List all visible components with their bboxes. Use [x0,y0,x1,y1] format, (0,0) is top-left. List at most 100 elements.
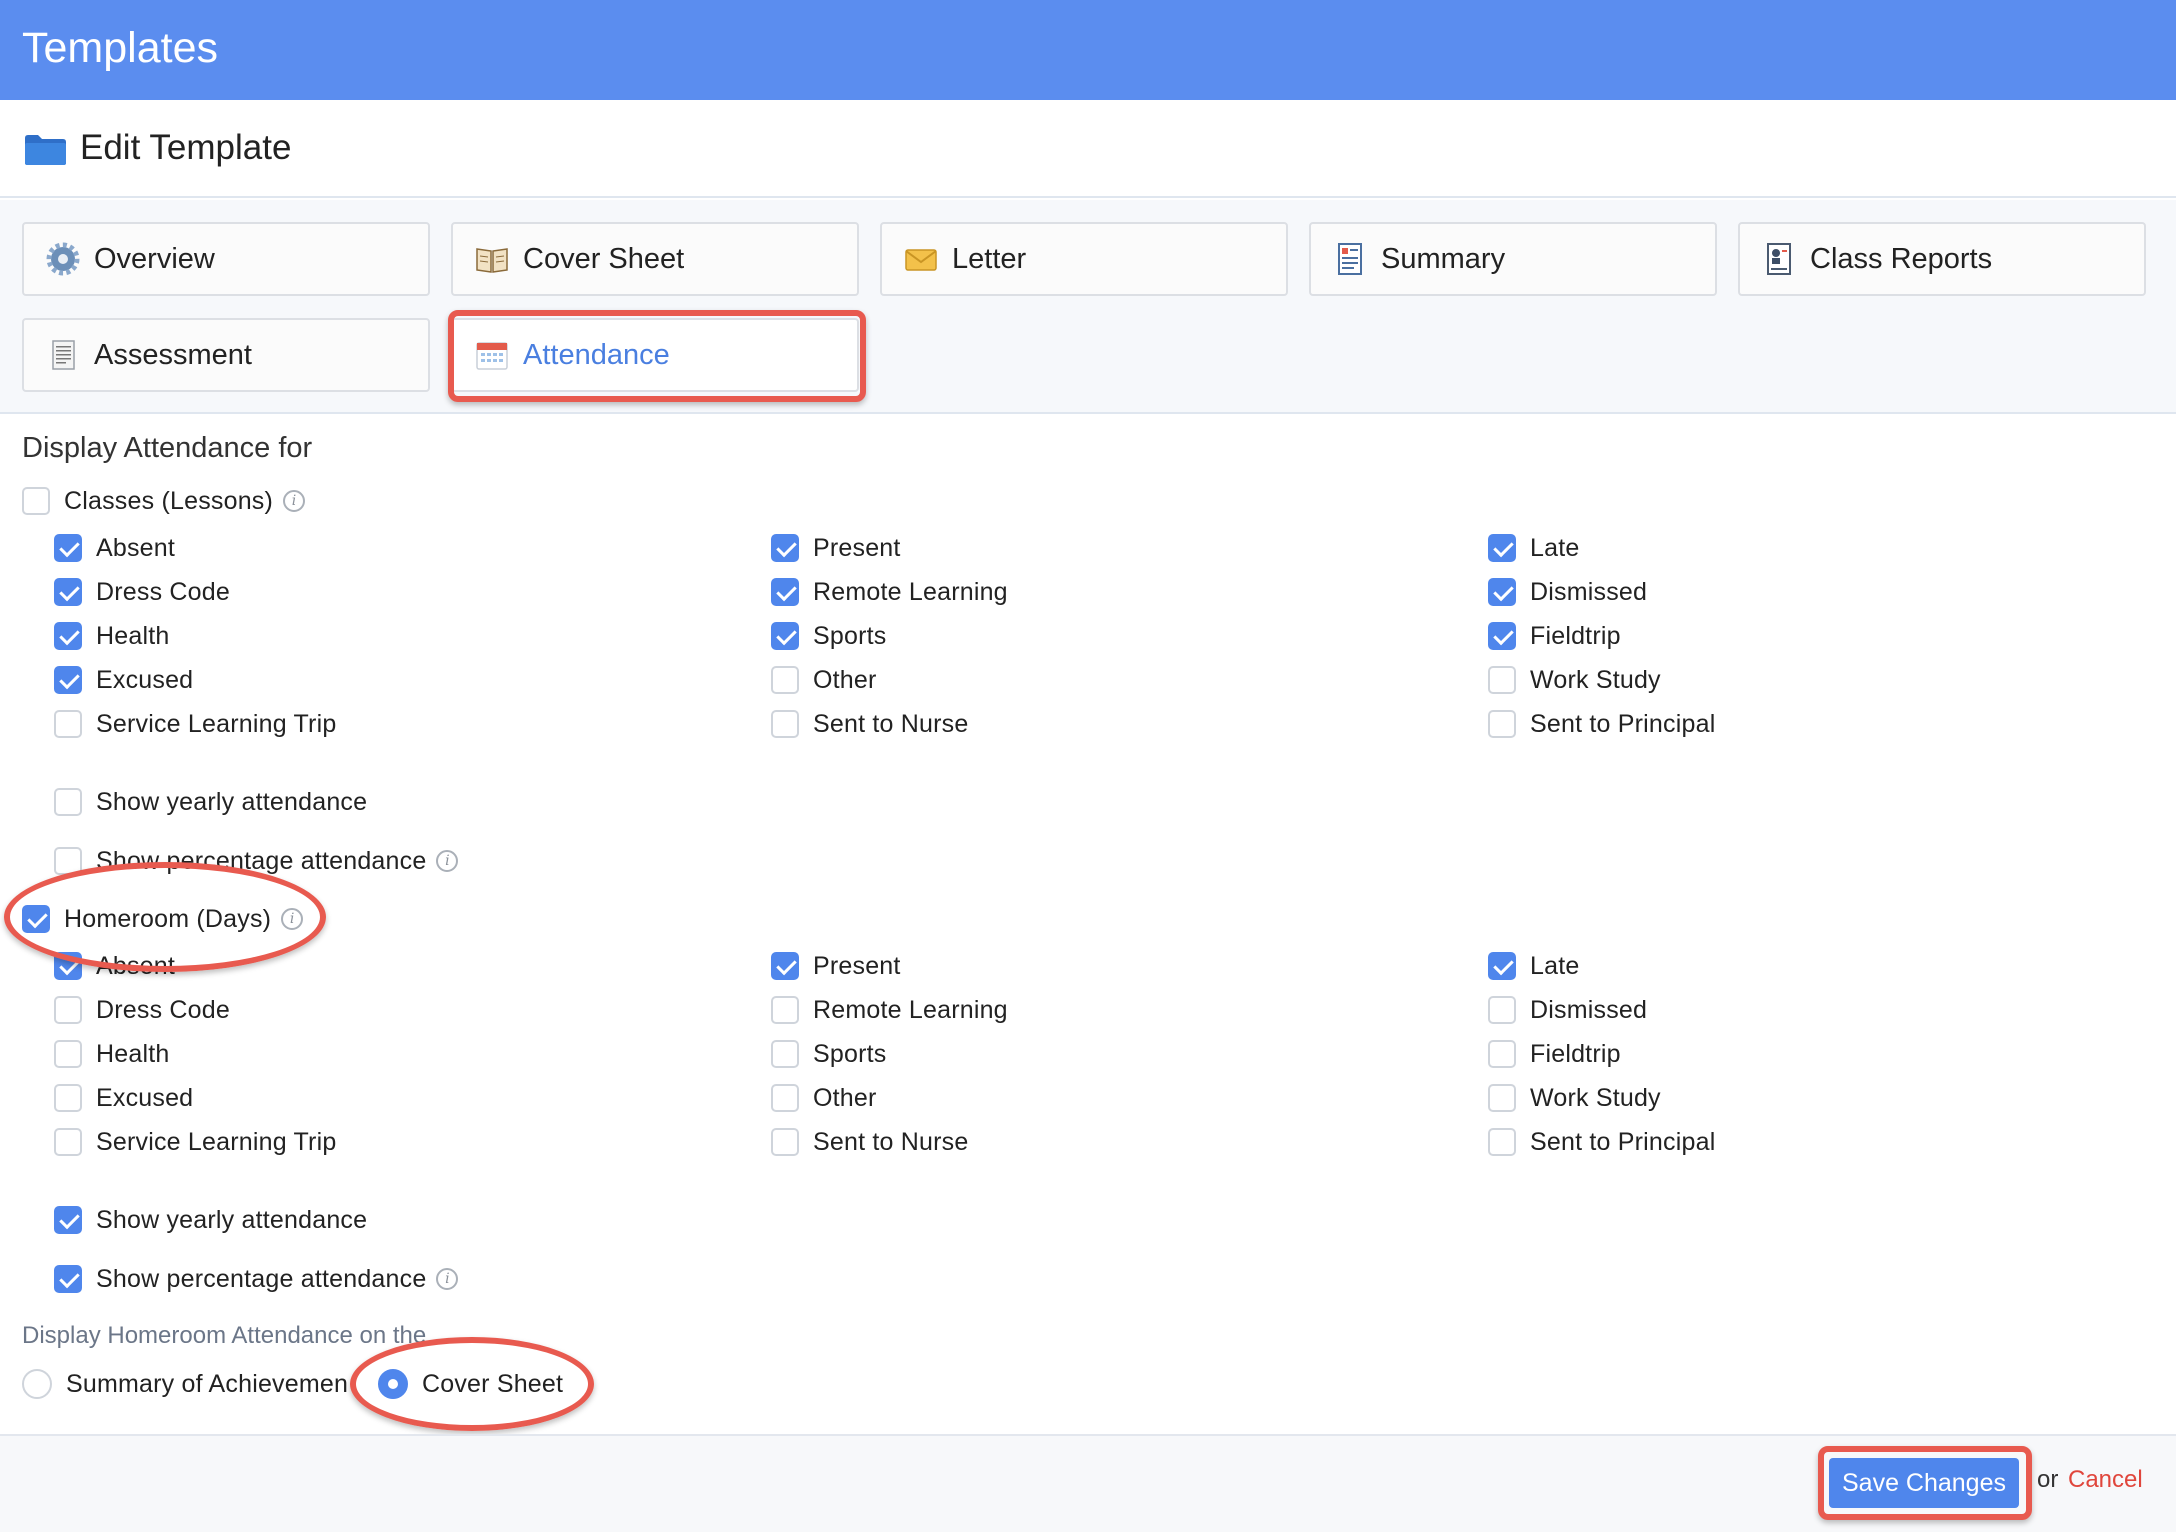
checkbox[interactable] [22,905,50,933]
homeroom-option-dress-code[interactable]: Dress Code [54,993,230,1027]
tab-overview[interactable]: Overview [22,222,430,296]
classes-option-present[interactable]: Present [771,531,901,565]
classes-option-health[interactable]: Health [54,619,169,653]
tab-cover-sheet[interactable]: Cover Sheet [451,222,859,296]
checkbox[interactable] [1488,622,1516,650]
info-icon[interactable]: i [436,850,459,872]
homeroom-option-service-learning-trip[interactable]: Service Learning Trip [54,1125,336,1159]
option-label: Sent to Principal [1530,709,1716,738]
classes-show-percentage[interactable]: Show percentage attendance i [54,844,459,878]
checkbox[interactable] [771,622,799,650]
classes-option-fieldtrip[interactable]: Fieldtrip [1488,619,1621,653]
tab-assessment[interactable]: Assessment [22,318,430,392]
homeroom-option-absent[interactable]: Absent [54,949,175,983]
homeroom-option-other[interactable]: Other [771,1081,877,1115]
homeroom-option-remote-learning[interactable]: Remote Learning [771,993,1008,1027]
radio-button[interactable] [22,1369,52,1399]
homeroom-option-health[interactable]: Health [54,1037,169,1071]
info-icon[interactable]: i [281,908,304,930]
classes-option-remote-learning[interactable]: Remote Learning [771,575,1008,609]
checkbox[interactable] [1488,952,1516,980]
or-text: or [2037,1466,2059,1493]
edit-template-header: Edit Template [0,100,2176,198]
checkbox[interactable] [771,666,799,694]
checkbox[interactable] [54,1206,82,1234]
tab-attendance[interactable]: Attendance [451,318,859,392]
homeroom-option-dismissed[interactable]: Dismissed [1488,993,1647,1027]
checkbox[interactable] [54,1128,82,1156]
option-label: Dismissed [1530,995,1648,1024]
checkbox[interactable] [771,1040,799,1068]
checkbox[interactable] [54,788,82,816]
classes-option-excused[interactable]: Excused [54,663,193,697]
app-title: Templates [22,24,218,72]
checkbox[interactable] [54,622,82,650]
homeroom-show-percentage[interactable]: Show percentage attendance i [54,1262,459,1296]
checkbox[interactable] [771,710,799,738]
radio-button[interactable] [378,1369,408,1399]
option-label: Health [96,1039,170,1068]
checkbox[interactable] [1488,666,1516,694]
classes-option-work-study[interactable]: Work Study [1488,663,1661,697]
radio-label: Cover Sheet [422,1369,564,1398]
checkbox[interactable] [771,534,799,562]
classes-option-dismissed[interactable]: Dismissed [1488,575,1647,609]
checkbox[interactable] [54,1084,82,1112]
homeroom-option-sports[interactable]: Sports [771,1037,886,1071]
tab-bar: Overview Cover Sheet Letter Summary Clas… [0,200,2176,414]
checkbox[interactable] [771,1128,799,1156]
tab-letter[interactable]: Letter [880,222,1288,296]
tab-class-reports[interactable]: Class Reports [1738,222,2146,296]
homeroom-option-sent-to-nurse[interactable]: Sent to Nurse [771,1125,968,1159]
homeroom-option-work-study[interactable]: Work Study [1488,1081,1661,1115]
classes-option-sent-to-nurse[interactable]: Sent to Nurse [771,707,968,741]
checkbox[interactable] [1488,1084,1516,1112]
checkbox[interactable] [1488,996,1516,1024]
homeroom-option-fieldtrip[interactable]: Fieldtrip [1488,1037,1621,1071]
checkbox[interactable] [1488,1128,1516,1156]
checkbox[interactable] [771,996,799,1024]
checkbox[interactable] [54,847,82,875]
checkbox[interactable] [1488,710,1516,738]
radio-summary-of-achievement[interactable]: Summary of Achievemen [22,1367,348,1401]
checkbox[interactable] [22,487,50,515]
checkbox[interactable] [771,1084,799,1112]
classes-lessons-toggle[interactable]: Classes (Lessons) i [22,484,306,518]
classes-option-other[interactable]: Other [771,663,877,697]
homeroom-option-present[interactable]: Present [771,949,901,983]
checkbox[interactable] [1488,578,1516,606]
info-icon[interactable]: i [283,490,306,512]
classes-show-yearly[interactable]: Show yearly attendance [54,785,367,819]
option-label: Service Learning Trip [96,1127,337,1156]
classes-option-absent[interactable]: Absent [54,531,175,565]
cancel-link[interactable]: Cancel [2068,1466,2143,1494]
checkbox[interactable] [54,996,82,1024]
option-label: Dress Code [96,995,230,1024]
checkbox[interactable] [54,952,82,980]
checkbox[interactable] [54,1265,82,1293]
checkbox[interactable] [54,534,82,562]
radio-cover-sheet[interactable]: Cover Sheet [378,1367,563,1401]
homeroom-show-yearly[interactable]: Show yearly attendance [54,1203,367,1237]
homeroom-option-sent-to-principal[interactable]: Sent to Principal [1488,1125,1715,1159]
checkbox[interactable] [1488,1040,1516,1068]
checkbox[interactable] [54,1040,82,1068]
checkbox[interactable] [771,952,799,980]
checkbox[interactable] [771,578,799,606]
checkbox[interactable] [54,666,82,694]
info-icon[interactable]: i [436,1268,459,1290]
tab-summary[interactable]: Summary [1309,222,1717,296]
homeroom-option-late[interactable]: Late [1488,949,1579,983]
homeroom-option-excused[interactable]: Excused [54,1081,193,1115]
classes-option-late[interactable]: Late [1488,531,1579,565]
classes-option-sports[interactable]: Sports [771,619,886,653]
checkbox[interactable] [54,578,82,606]
classes-option-dress-code[interactable]: Dress Code [54,575,230,609]
checkbox[interactable] [1488,534,1516,562]
book-icon [476,248,508,273]
classes-option-sent-to-principal[interactable]: Sent to Principal [1488,707,1715,741]
checkbox[interactable] [54,710,82,738]
save-changes-button[interactable]: Save Changes [1829,1458,2019,1508]
homeroom-days-toggle[interactable]: Homeroom (Days) i [22,902,304,936]
classes-option-service-learning-trip[interactable]: Service Learning Trip [54,707,336,741]
